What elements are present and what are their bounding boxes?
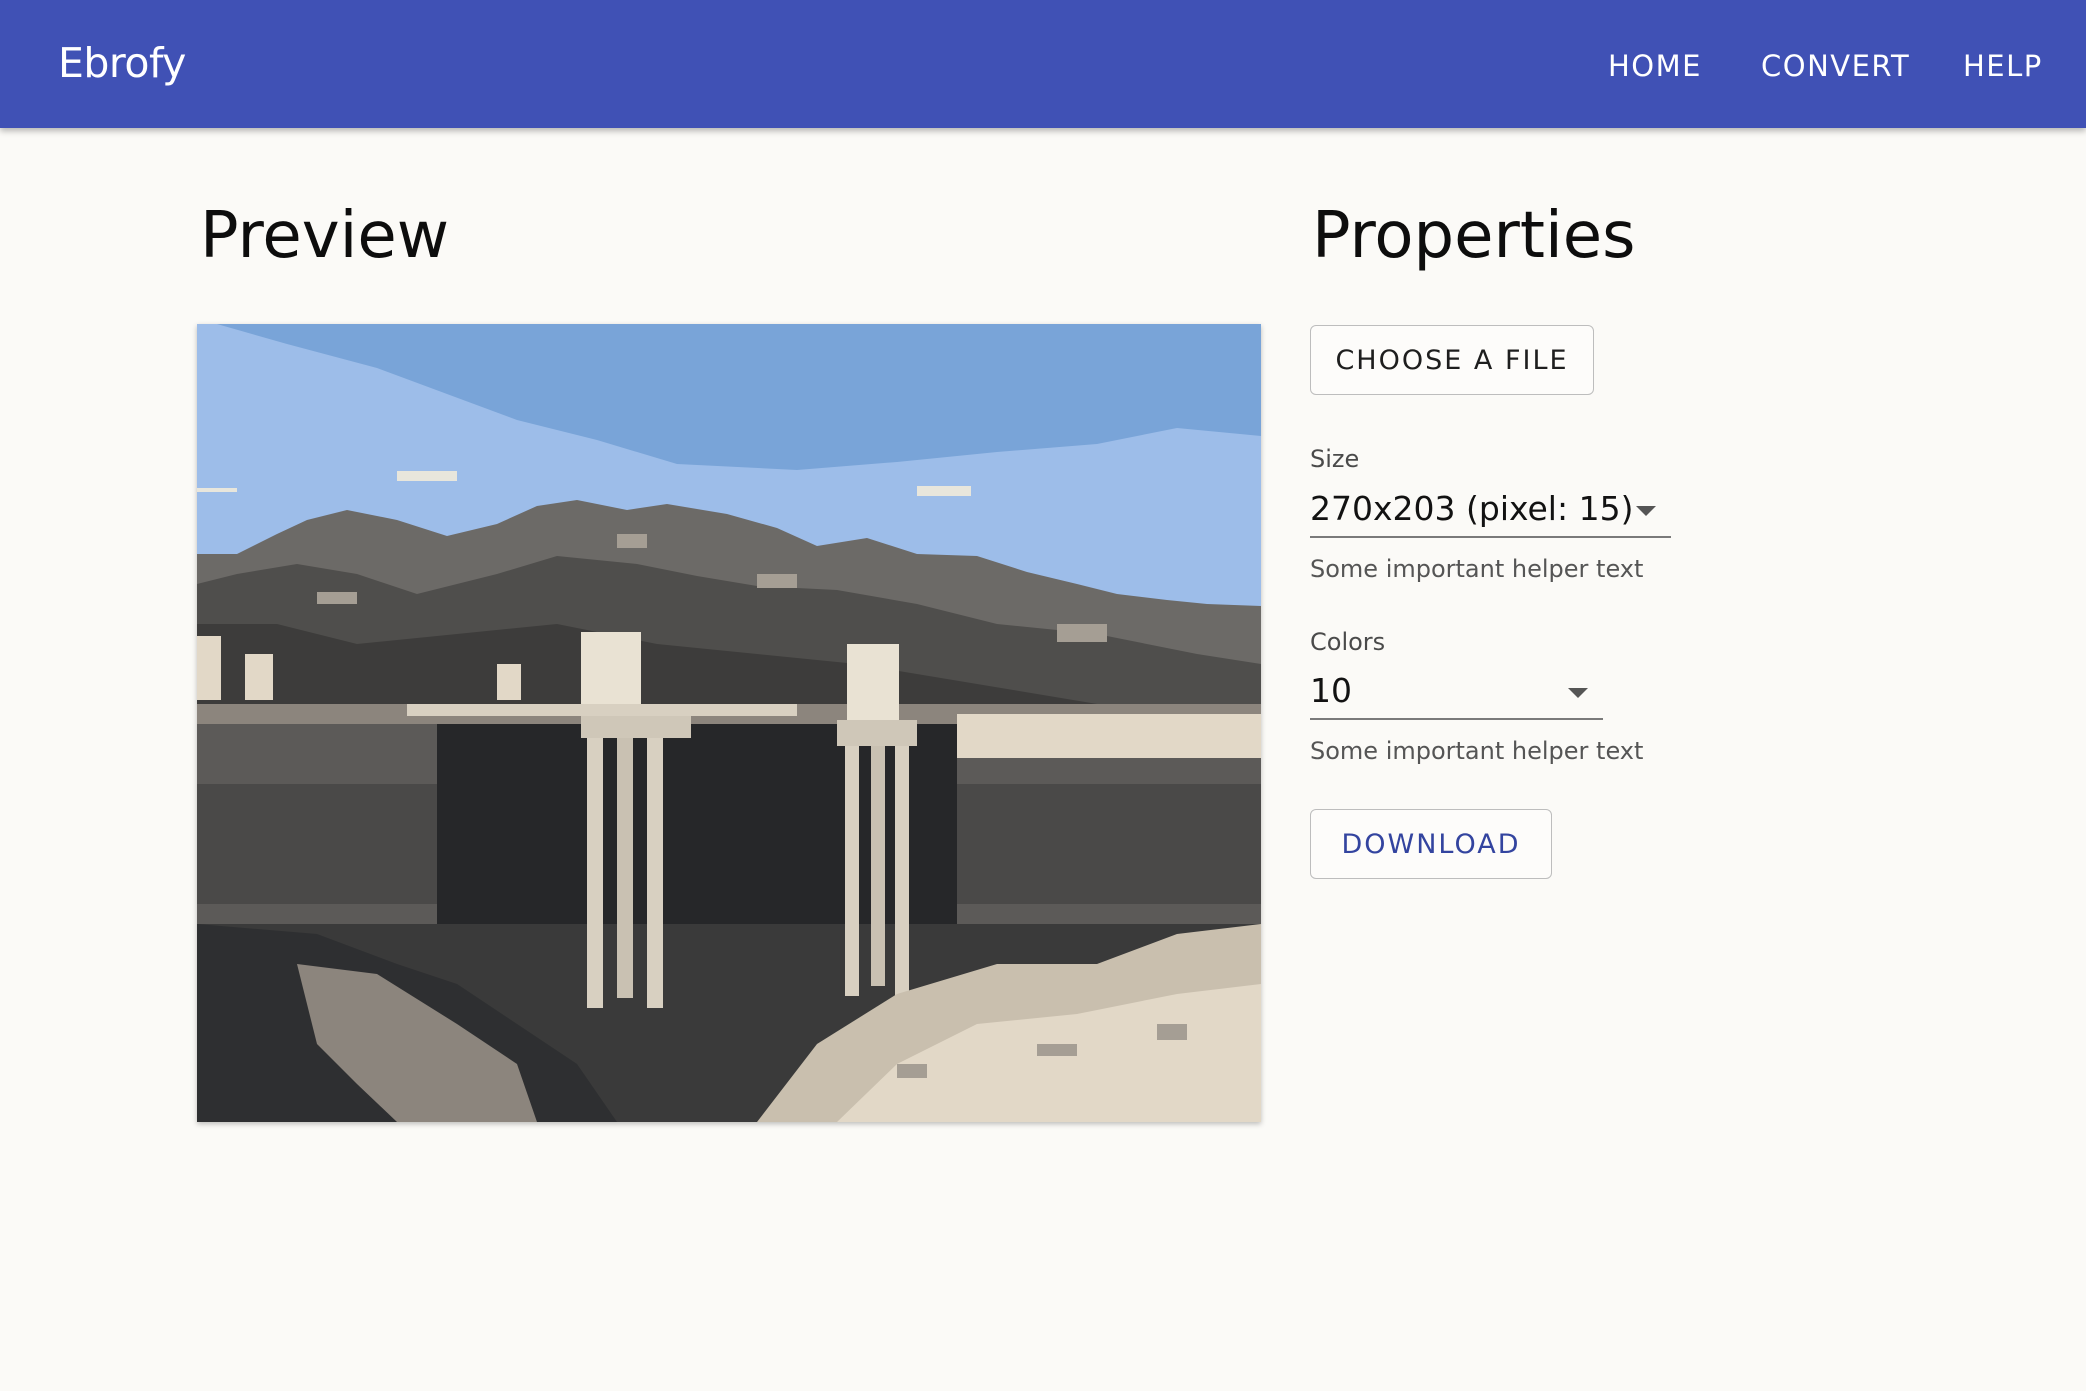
colors-select[interactable]: 10 (1310, 668, 1603, 720)
size-select[interactable]: 270x203 (pixel: 15) (1310, 486, 1671, 538)
download-button[interactable]: DOWNLOAD (1310, 809, 1552, 879)
preview-heading: Preview (200, 199, 450, 273)
colors-label: Colors (1310, 628, 1386, 656)
size-label: Size (1310, 445, 1360, 473)
size-helper-text: Some important helper text (1310, 555, 1644, 583)
app-bar: Ebrofy HOME CONVERT HELP (0, 0, 2086, 128)
nav-help-link[interactable]: HELP (1963, 46, 2043, 86)
chevron-down-icon (1568, 688, 1588, 698)
colors-select-value: 10 (1310, 671, 1352, 710)
preview-image (197, 324, 1261, 1122)
colors-helper-text: Some important helper text (1310, 737, 1644, 765)
chevron-down-icon (1636, 506, 1656, 516)
nav-convert-link[interactable]: CONVERT (1761, 46, 1910, 86)
nav-home-link[interactable]: HOME (1608, 46, 1702, 86)
choose-file-button[interactable]: CHOOSE A FILE (1310, 325, 1594, 395)
properties-heading: Properties (1312, 199, 1636, 273)
size-select-value: 270x203 (pixel: 15) (1310, 489, 1634, 528)
app-title[interactable]: Ebrofy (58, 36, 186, 90)
